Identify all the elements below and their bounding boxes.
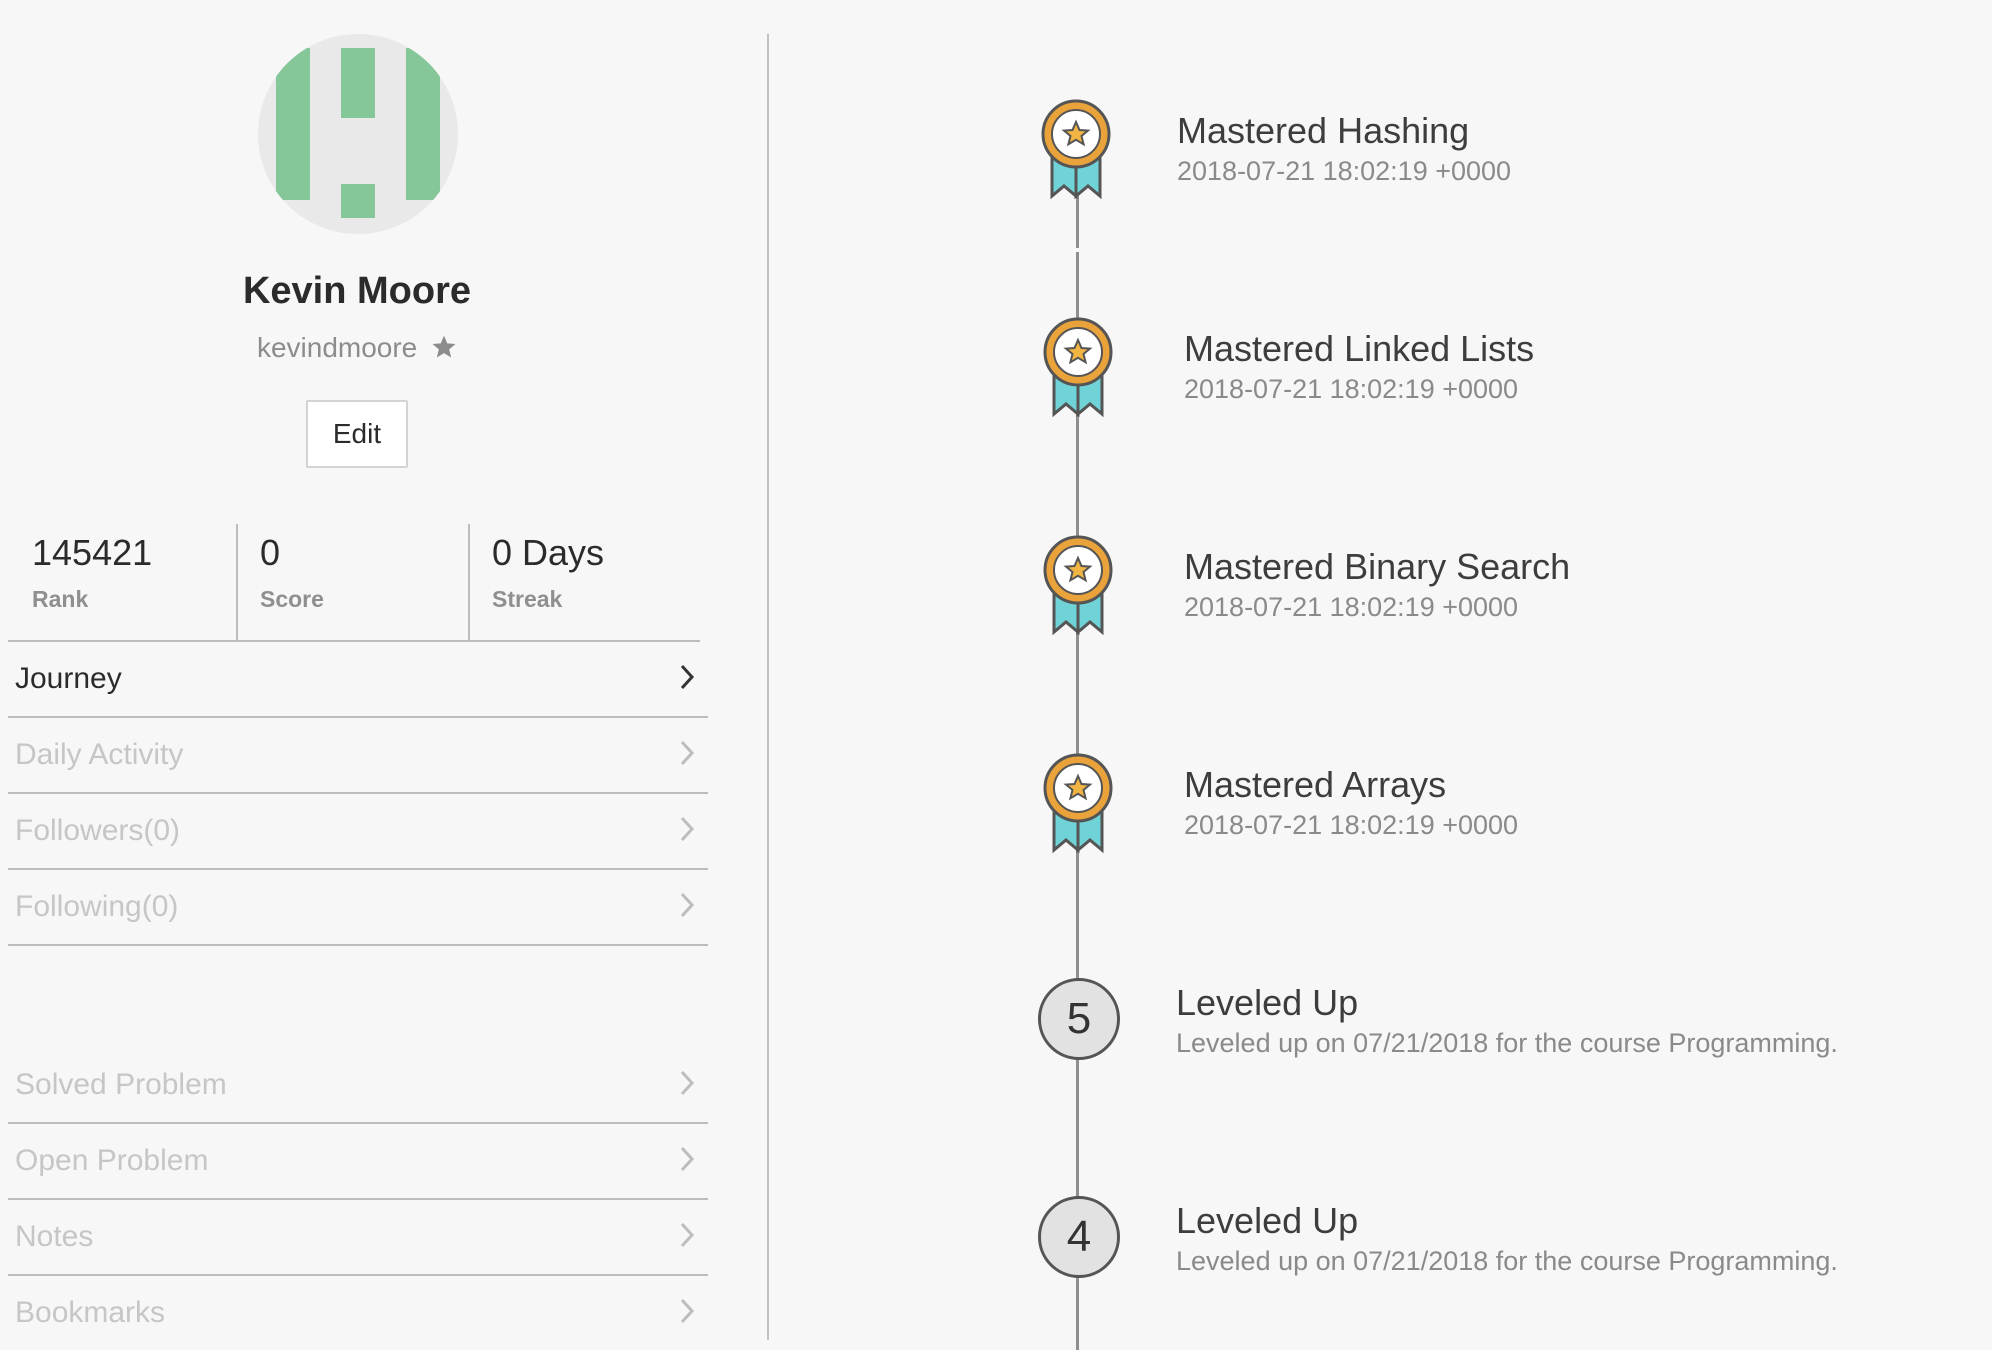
menu-item-label: Bookmarks	[15, 1296, 166, 1329]
event-title: Leveled Up	[1176, 1200, 1359, 1241]
avatar	[258, 34, 458, 234]
menu-item-label: Followers(0)	[15, 814, 181, 847]
event-title: Leveled Up	[1176, 982, 1359, 1023]
chevron-right-icon	[680, 816, 695, 842]
menu-item-following[interactable]: Following(0)	[8, 870, 708, 946]
menu-item-bookmarks[interactable]: Bookmarks	[8, 1276, 708, 1350]
event-timestamp: 2018-07-21 18:02:19 +0000	[1184, 592, 1519, 622]
chevron-right-icon	[680, 1298, 695, 1324]
stat-value: 0 Days	[492, 532, 605, 573]
event-description: Leveled up on 07/21/2018 for the course …	[1176, 1028, 1838, 1058]
event-title: Mastered Arrays	[1184, 764, 1447, 805]
event-title: Mastered Linked Lists	[1184, 328, 1535, 369]
menu-item-label: Notes	[15, 1220, 94, 1253]
username: kevindmoore	[256, 332, 418, 363]
stat-label: Rank	[32, 586, 89, 612]
chevron-right-icon	[680, 664, 695, 690]
menu-item-notes[interactable]: Notes	[8, 1200, 708, 1276]
stat-label: Streak	[492, 586, 563, 612]
stat-label: Score	[260, 586, 324, 612]
level-badge: 4	[1038, 1196, 1120, 1278]
menu-item-label: Following(0)	[15, 890, 179, 923]
chevron-right-icon	[680, 1070, 695, 1096]
event-title: Mastered Hashing	[1177, 110, 1470, 151]
medal-icon	[1043, 753, 1113, 854]
identicon-icon	[276, 48, 440, 218]
menu-item-solved-problem[interactable]: Solved Problem	[8, 1048, 708, 1124]
menu-item-daily-activity[interactable]: Daily Activity	[8, 718, 708, 794]
menu-item-label: Journey	[15, 662, 122, 695]
profile-sidebar: Kevin Moore kevindmoore Edit 145421 Rank…	[0, 0, 770, 1350]
panel-divider	[767, 34, 769, 1340]
problems-menu: Solved Problem Open Problem Notes Bookma…	[8, 1048, 708, 1350]
profile-menu: Journey Daily Activity Followers(0) Foll…	[8, 642, 708, 946]
medal-icon	[1041, 99, 1111, 200]
event-timestamp: 2018-07-21 18:02:19 +0000	[1184, 374, 1519, 404]
medal-icon	[1043, 535, 1113, 636]
event-description: Leveled up on 07/21/2018 for the course …	[1176, 1246, 1838, 1276]
menu-item-label: Solved Problem	[15, 1068, 227, 1101]
menu-item-journey[interactable]: Journey	[8, 642, 708, 718]
level-badge: 5	[1038, 978, 1120, 1060]
menu-item-followers[interactable]: Followers(0)	[8, 794, 708, 870]
profile-page: Kevin Moore kevindmoore Edit 145421 Rank…	[0, 0, 1992, 1350]
menu-item-label: Open Problem	[15, 1144, 209, 1177]
event-timestamp: 2018-07-21 18:02:19 +0000	[1184, 810, 1519, 840]
edit-button[interactable]: Edit	[306, 400, 408, 468]
chevron-right-icon	[680, 740, 695, 766]
chevron-right-icon	[680, 1146, 695, 1172]
chevron-right-icon	[680, 1222, 695, 1248]
stats-row: 145421 Rank 0 Score 0 Days Streak	[8, 524, 700, 642]
stat-value: 145421	[32, 532, 153, 573]
event-title: Mastered Binary Search	[1184, 546, 1571, 587]
menu-item-open-problem[interactable]: Open Problem	[8, 1124, 708, 1200]
stat-score: 0 Score	[236, 524, 468, 640]
username-row: kevindmoore	[0, 332, 714, 364]
stat-rank: 145421 Rank	[8, 524, 236, 640]
menu-item-label: Daily Activity	[15, 738, 184, 771]
chevron-right-icon	[680, 892, 695, 918]
stat-value: 0	[260, 532, 281, 573]
stat-streak: 0 Days Streak	[468, 524, 700, 640]
event-timestamp: 2018-07-21 18:02:19 +0000	[1177, 156, 1512, 186]
star-icon[interactable]	[431, 334, 457, 360]
user-name: Kevin Moore	[242, 270, 472, 312]
medal-icon	[1043, 317, 1113, 418]
